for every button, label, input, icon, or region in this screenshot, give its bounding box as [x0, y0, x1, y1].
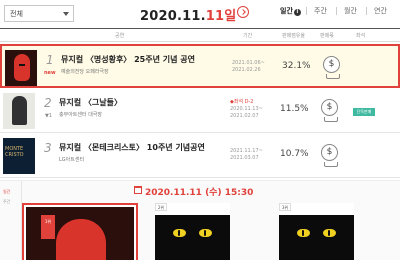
ranking-card-2[interactable]: 2위	[155, 203, 230, 260]
poster-figure	[12, 96, 27, 125]
period-to: 2021.03.07	[230, 155, 259, 161]
tab-divider	[306, 7, 307, 15]
genre-select[interactable]: 전체	[4, 5, 74, 22]
ranking-table-header: 공연 기간 판매점유율 판매몫 좌석	[0, 28, 400, 42]
ranking-row-3[interactable]: MONTE CRISTO 3 뮤지컬 〈몬테크리스토〉 10주년 기념공연 LG아…	[0, 134, 400, 178]
poster-image	[155, 215, 230, 260]
rank-change: ▼1	[45, 113, 53, 119]
show-title[interactable]: 뮤지컬 〈명성황후〉 25주년 기념 공연	[61, 54, 195, 65]
poster-figure	[14, 54, 30, 81]
tab-monthly[interactable]: 월간	[344, 6, 357, 16]
date-day: 11일	[205, 9, 237, 24]
period-from: 2020.11.13~	[230, 106, 263, 112]
cat-eye-right	[323, 229, 336, 237]
tab-divider	[336, 7, 337, 15]
date-title: 2020.11.11일	[140, 5, 236, 24]
show-venue: 예술의전당 오페라극장	[61, 69, 109, 75]
ranking-card-3[interactable]: 3위	[279, 203, 354, 260]
sales-rate: 11.5%	[280, 104, 309, 114]
tab-daily-label: 일간	[280, 7, 293, 15]
sales-rate: 32.1%	[282, 61, 311, 71]
show-venue: 충무아트센터 대극장	[59, 112, 102, 118]
period-flag: ◆좌석 D-2	[230, 99, 254, 105]
show-period: 2021.01.06~ 2021.02.26	[232, 60, 265, 74]
poster-image[interactable]	[3, 93, 35, 129]
col-rate: 판매점유율	[282, 33, 306, 39]
period-from: 2021.01.06~	[232, 60, 265, 66]
poster-figure	[56, 219, 106, 260]
sales-rate: 10.7%	[280, 149, 309, 159]
period-to: 2021.02.07	[230, 113, 259, 119]
rank-badge: 1위	[41, 215, 55, 239]
poster-image	[279, 215, 354, 260]
rank-new-tag: new	[44, 70, 56, 76]
calendar-icon	[134, 186, 142, 194]
rank-badge: 3위	[279, 203, 291, 211]
rank-number: 1	[46, 53, 54, 67]
chevron-down-icon	[63, 12, 69, 16]
tab-daily[interactable]: 일간 i	[280, 6, 301, 16]
top-bar: 전체 2020.11.11일 일간 i 주간 월간 연간	[0, 0, 400, 30]
rank-number: 2	[44, 96, 52, 110]
live-ranking-section: 일간 주간 2020.11.11 (수) 15:30 1위 2위 3위	[0, 180, 400, 260]
cat-eye-left	[297, 229, 310, 237]
coin-icon[interactable]: $	[321, 99, 338, 122]
col-sales: 판매몫	[320, 33, 334, 39]
live-ranking-sidebar: 일간 주간	[0, 181, 22, 260]
show-title[interactable]: 뮤지컬 〈몬테크리스토〉 10주년 기념공연	[59, 142, 205, 153]
rank-number: 3	[44, 141, 52, 155]
live-ranking-date: 2020.11.11 (수) 15:30	[145, 188, 254, 198]
period-to: 2021.02.26	[232, 67, 261, 73]
ranking-card-1[interactable]: 1위	[22, 203, 138, 260]
poster-image[interactable]: MONTE CRISTO	[3, 138, 35, 174]
col-ticket: 좌석	[356, 33, 366, 39]
col-show: 공연	[115, 33, 125, 39]
next-date-button[interactable]	[237, 6, 249, 18]
show-title[interactable]: 뮤지컬 〈그날들〉	[59, 97, 122, 108]
cat-eye-right	[199, 229, 212, 237]
poster-image[interactable]	[5, 50, 37, 86]
period-from: 2021.11.17~	[230, 148, 263, 154]
sidebar-item-weekly[interactable]: 주간	[3, 199, 10, 205]
show-period: ◆좌석 D-2 2020.11.13~ 2021.02.07	[230, 99, 263, 120]
ranking-row-2[interactable]: 2 ▼1 뮤지컬 〈그날들〉 충무아트센터 대극장 ◆좌석 D-2 2020.1…	[0, 89, 400, 133]
tab-divider	[366, 7, 367, 15]
tab-weekly[interactable]: 주간	[314, 6, 327, 16]
genre-select-value: 전체	[10, 10, 23, 18]
coin-icon[interactable]: $	[321, 144, 338, 167]
tab-yearly[interactable]: 연간	[374, 6, 387, 16]
show-venue: LG아트센터	[59, 157, 85, 163]
coin-icon[interactable]: $	[323, 56, 340, 79]
exclusive-sale-badge: 단독판매	[353, 108, 375, 116]
rank-badge: 2위	[155, 203, 167, 211]
col-period: 기간	[243, 33, 253, 39]
sidebar-item-daily[interactable]: 일간	[3, 189, 10, 195]
show-period: 2021.11.17~ 2021.03.07	[230, 148, 263, 162]
cat-eye-left	[173, 229, 186, 237]
info-icon[interactable]: i	[293, 9, 301, 16]
poster-title: MONTE CRISTO	[5, 146, 24, 158]
ranking-row-1[interactable]: 1 new 뮤지컬 〈명성황후〉 25주년 기념 공연 예술의전당 오페라극장 …	[0, 44, 400, 88]
date-main: 2020.11.	[140, 9, 206, 24]
